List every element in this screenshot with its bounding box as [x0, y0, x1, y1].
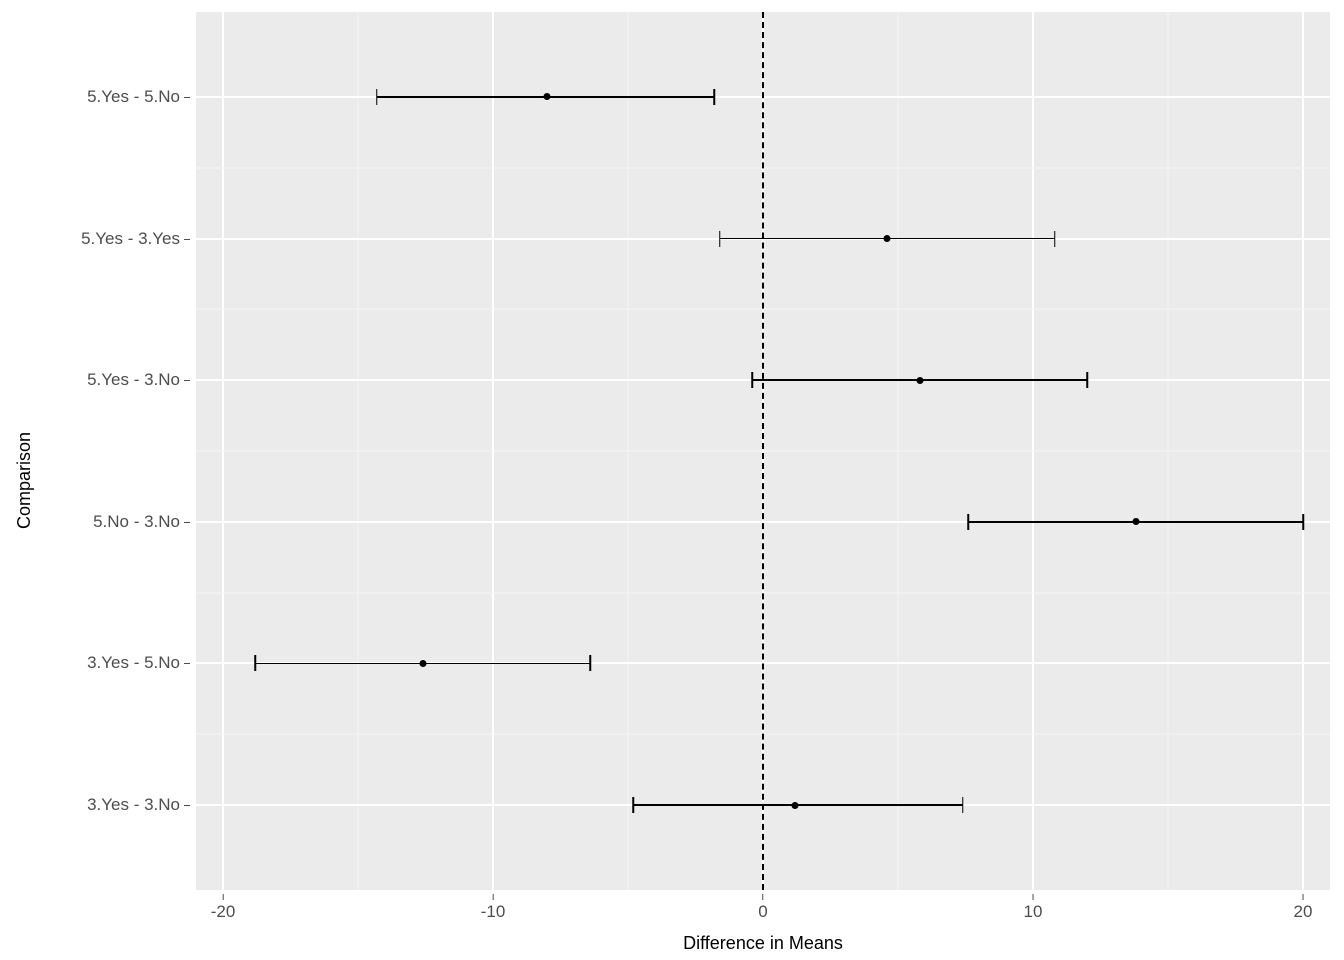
- y-tick: 5.Yes - 5.No: [87, 87, 190, 107]
- x-axis-area: Difference in Means -20 -10 0 10 20: [196, 890, 1330, 960]
- x-tick-label: 10: [1024, 902, 1043, 921]
- x-tick: 0: [758, 894, 767, 922]
- x-tick: -20: [211, 894, 236, 922]
- y-tick-label: 3.Yes - 5.No: [87, 653, 180, 672]
- y-tick: 5.Yes - 3.Yes: [81, 229, 190, 249]
- point-estimate: [544, 93, 551, 100]
- errorbar-cap-low: [255, 655, 257, 671]
- errorbar-cap-high: [1302, 514, 1304, 530]
- y-tick: 3.Yes - 5.No: [87, 653, 190, 673]
- point-estimate: [419, 660, 426, 667]
- errorbar-cap-high: [1054, 231, 1056, 247]
- errorbar-cap-high: [962, 797, 964, 813]
- x-tick-label: 0: [758, 902, 767, 921]
- x-tick-label: 20: [1294, 902, 1313, 921]
- errorbar-cap-high: [589, 655, 591, 671]
- x-tick: 20: [1294, 894, 1313, 922]
- x-tick-label: -20: [211, 902, 236, 921]
- y-tick-label: 5.Yes - 3.No: [87, 370, 180, 389]
- errorbar-cap-low: [967, 514, 969, 530]
- zero-reference-line: [762, 12, 764, 890]
- x-tick-label: -10: [481, 902, 506, 921]
- y-axis-title-wrap: Comparison: [10, 0, 40, 960]
- point-estimate: [792, 802, 799, 809]
- errorbar-cap-low: [376, 89, 378, 105]
- errorbar-cap-low: [751, 372, 753, 388]
- y-tick-label: 5.Yes - 5.No: [87, 87, 180, 106]
- point-estimate: [1132, 518, 1139, 525]
- x-tick: 10: [1024, 894, 1043, 922]
- y-axis-ticks: 3.Yes - 3.No 3.Yes - 5.No 5.No - 3.No 5.Yes…: [40, 12, 190, 890]
- plot-panel: [196, 12, 1330, 890]
- point-estimate: [884, 235, 891, 242]
- x-tick: -10: [481, 894, 506, 922]
- errorbar-cap-low: [633, 797, 635, 813]
- errorbar-cap-high: [714, 89, 716, 105]
- y-tick: 5.Yes - 3.No: [87, 370, 190, 390]
- y-axis-title: Comparison: [15, 431, 36, 528]
- y-tick-label: 5.No - 3.No: [93, 512, 180, 531]
- point-estimate: [916, 377, 923, 384]
- y-tick-label: 5.Yes - 3.Yes: [81, 229, 180, 248]
- errorbar-cap-high: [1086, 372, 1088, 388]
- y-tick: 5.No - 3.No: [93, 512, 190, 532]
- chart-container: Comparison 3.Yes - 3.No 3.Yes - 5.No 5.No …: [0, 0, 1344, 960]
- x-axis-title: Difference in Means: [196, 933, 1330, 954]
- y-tick-label: 3.Yes - 3.No: [87, 795, 180, 814]
- y-tick: 3.Yes - 3.No: [87, 795, 190, 815]
- errorbar-cap-low: [719, 231, 721, 247]
